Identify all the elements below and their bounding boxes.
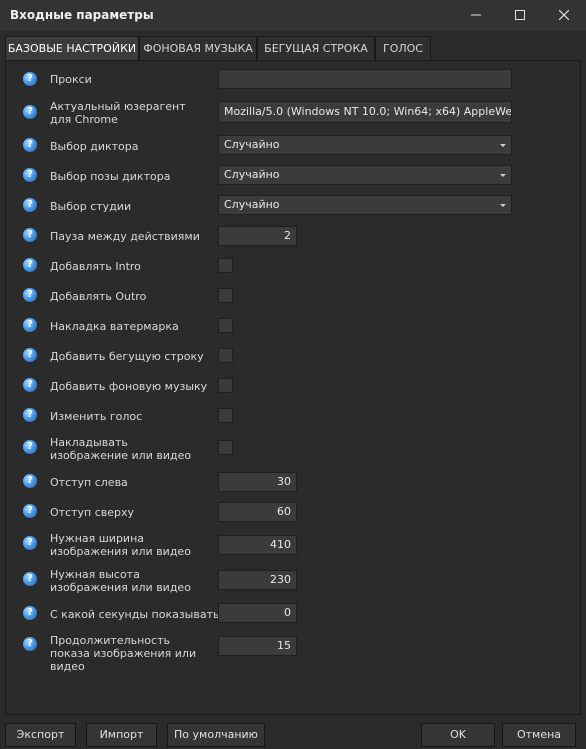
help-icon[interactable]: ? — [23, 504, 37, 518]
help-icon[interactable]: ? — [23, 474, 37, 488]
pose-select[interactable]: Случайно — [218, 165, 512, 185]
help-icon[interactable]: ? — [23, 637, 37, 651]
width-input[interactable]: 410 — [218, 535, 297, 555]
maximize-icon — [515, 10, 525, 20]
help-icon[interactable]: ? — [23, 288, 37, 302]
voice-checkbox[interactable] — [218, 408, 233, 423]
chevron-down-icon — [500, 174, 506, 177]
speaker-select[interactable]: Случайно — [218, 135, 512, 155]
duration-label: Продолжительность показа изображения или… — [50, 634, 197, 673]
offset-left-input[interactable]: 30 — [218, 472, 297, 492]
ticker-label: Добавить бегущую строку — [50, 350, 204, 363]
tab-ticker[interactable]: БЕГУЩАЯ СТРОКА — [257, 36, 375, 60]
height-label: Нужная высота изображения или видео — [50, 568, 191, 594]
studio-label: Выбор студии — [50, 200, 132, 213]
close-button[interactable] — [542, 0, 586, 31]
pause-input[interactable]: 2 — [218, 226, 297, 246]
watermark-checkbox[interactable] — [218, 318, 233, 333]
speaker-value: Случайно — [224, 138, 280, 151]
voice-label: Изменить голос — [50, 410, 143, 423]
help-icon[interactable]: ? — [23, 536, 37, 550]
help-icon[interactable]: ? — [23, 138, 37, 152]
intro-label: Добавлять Intro — [50, 260, 141, 273]
help-icon[interactable]: ? — [23, 168, 37, 182]
pose-value: Случайно — [224, 168, 280, 181]
help-icon[interactable]: ? — [23, 378, 37, 392]
start-sec-input[interactable]: 0 — [218, 603, 297, 623]
title-bar: Входные параметры — [0, 0, 586, 31]
pause-label: Пауза между действиями — [50, 230, 200, 243]
help-icon[interactable]: ? — [23, 105, 37, 119]
speaker-label: Выбор диктора — [50, 140, 139, 153]
studio-select[interactable]: Случайно — [218, 195, 512, 215]
tab-background-music[interactable]: ФОНОВАЯ МУЗЫКА — [139, 36, 257, 60]
useragent-input[interactable]: Mozilla/5.0 (Windows NT 10.0; Win64; x64… — [218, 101, 512, 123]
help-icon[interactable]: ? — [23, 606, 37, 620]
help-icon[interactable]: ? — [23, 348, 37, 362]
help-icon[interactable]: ? — [23, 572, 37, 586]
watermark-label: Накладка ватермарка — [50, 320, 179, 333]
pose-label: Выбор позы диктора — [50, 170, 171, 183]
useragent-label: Актуальный юзерагент для Chrome — [50, 100, 186, 126]
studio-value: Случайно — [224, 198, 280, 211]
music-checkbox[interactable] — [218, 378, 233, 393]
help-icon[interactable]: ? — [23, 258, 37, 272]
ticker-checkbox[interactable] — [218, 348, 233, 363]
minimize-icon — [471, 14, 481, 16]
chevron-down-icon — [500, 204, 506, 207]
maximize-button[interactable] — [498, 0, 542, 31]
width-label: Нужная ширина изображения или видео — [50, 532, 191, 558]
duration-input[interactable]: 15 — [218, 636, 297, 656]
proxy-label: Прокси — [50, 73, 92, 86]
help-icon[interactable]: ? — [23, 72, 37, 86]
start-sec-label: С какой секунды показывать — [50, 608, 220, 621]
outro-checkbox[interactable] — [218, 288, 233, 303]
tab-bar: БАЗОВЫЕ НАСТРОЙКИ ФОНОВАЯ МУЗЫКА БЕГУЩАЯ… — [5, 36, 581, 60]
export-button[interactable]: Экспорт — [5, 723, 76, 747]
minimize-button[interactable] — [454, 0, 498, 31]
outro-label: Добавлять Outro — [50, 290, 147, 303]
help-icon[interactable]: ? — [23, 318, 37, 332]
offset-top-label: Отступ сверху — [50, 506, 135, 519]
defaults-button[interactable]: По умолчанию — [167, 723, 265, 747]
ok-button[interactable]: OK — [421, 723, 495, 747]
tab-basic-settings[interactable]: БАЗОВЫЕ НАСТРОЙКИ — [5, 36, 139, 60]
window-title: Входные параметры — [10, 8, 154, 22]
offset-top-input[interactable]: 60 — [218, 502, 297, 522]
music-label: Добавить фоновую музыку — [50, 380, 208, 393]
help-icon[interactable]: ? — [23, 408, 37, 422]
offset-left-label: Отступ слева — [50, 476, 128, 489]
help-icon[interactable]: ? — [23, 198, 37, 212]
intro-checkbox[interactable] — [218, 258, 233, 273]
help-icon[interactable]: ? — [23, 228, 37, 242]
cancel-button[interactable]: Отмена — [502, 723, 576, 747]
chevron-down-icon — [500, 144, 506, 147]
close-icon — [559, 10, 569, 20]
import-button[interactable]: Импорт — [86, 723, 157, 747]
overlay-label: Накладывать изображение или видео — [50, 436, 192, 462]
proxy-input[interactable] — [218, 69, 512, 89]
tab-voice[interactable]: ГОЛОС — [375, 36, 431, 60]
overlay-checkbox[interactable] — [218, 440, 233, 455]
height-input[interactable]: 230 — [218, 570, 297, 590]
help-icon[interactable]: ? — [23, 440, 37, 454]
